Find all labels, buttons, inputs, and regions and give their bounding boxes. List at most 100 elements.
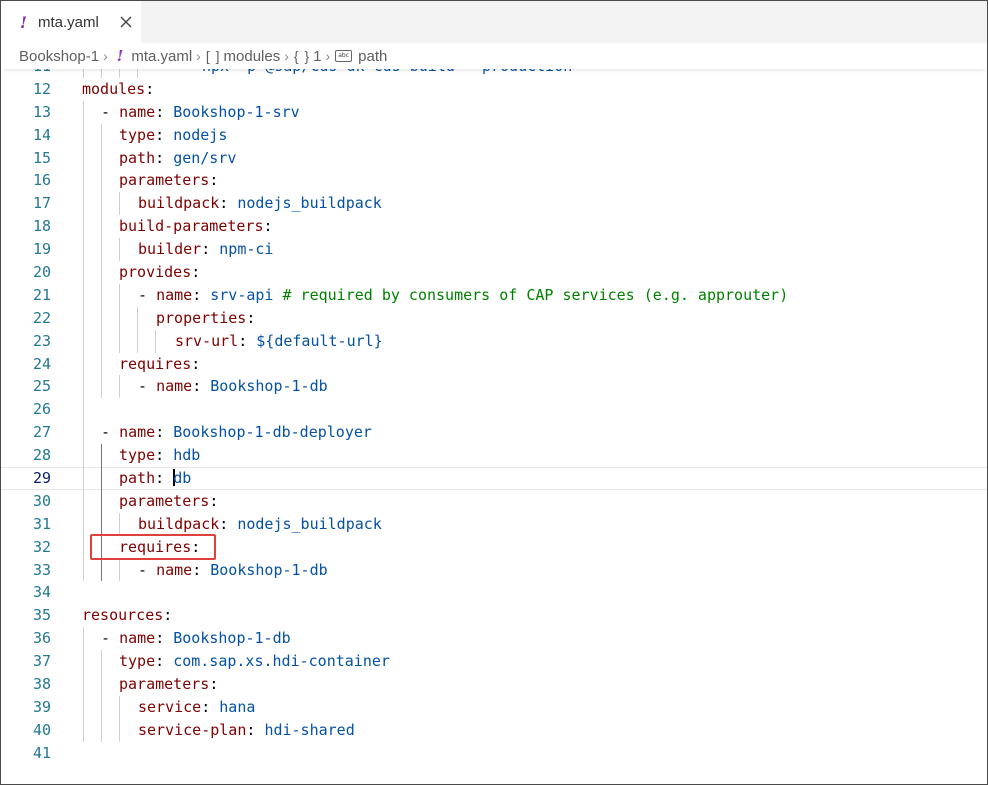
indent-guide: [119, 69, 120, 78]
code-line[interactable]: 28 type: hdb: [1, 444, 987, 468]
code-text: srv-url: ${default-url}: [175, 330, 383, 353]
yaml-separator: :: [201, 240, 220, 259]
string-abc-icon: abc: [335, 50, 353, 62]
code-line[interactable]: 34: [1, 581, 987, 604]
indent-guide: [83, 489, 84, 513]
code-line[interactable]: 40 service-plan: hdi-shared: [1, 718, 987, 742]
yaml-key: name: [156, 285, 193, 304]
yaml-key: name: [156, 560, 193, 579]
code-text: builder: npm-ci: [138, 238, 273, 261]
chevron-right-icon: ›: [196, 48, 201, 64]
yaml-exclamation-icon: !: [20, 12, 28, 32]
yaml-value: ${default-url}: [256, 331, 383, 350]
yaml-value: db: [173, 469, 192, 488]
close-icon[interactable]: [117, 13, 135, 31]
code-lines: 11 npx -p @sap/cds-dk cds build --product…: [1, 69, 987, 765]
indent-guide: [83, 444, 84, 468]
code-line[interactable]: 22 properties:: [1, 306, 987, 330]
yaml-separator: :: [238, 331, 257, 350]
list-dash: -: [138, 377, 157, 396]
yaml-key: type: [119, 652, 156, 671]
code-line[interactable]: 37 type: com.sap.xs.hdi-container: [1, 650, 987, 674]
indent-guide: [137, 329, 138, 353]
yaml-separator: :: [155, 102, 174, 121]
indent-guide: [119, 283, 120, 307]
code-line[interactable]: 25 - name: Bookshop-1-db: [1, 375, 987, 399]
yaml-value: com.sap.xs.hdi-container: [173, 652, 390, 671]
tab-strip: ! mta.yaml: [1, 1, 987, 43]
code-line[interactable]: 41: [1, 742, 987, 765]
indent-guide: [101, 283, 102, 307]
line-number: 29: [32, 469, 51, 488]
yaml-key: type: [119, 125, 156, 144]
code-line[interactable]: 20 provides:: [1, 261, 987, 284]
breadcrumb-project-label: Bookshop-1: [19, 47, 100, 65]
code-line[interactable]: 11 npx -p @sap/cds-dk cds build --product…: [1, 69, 987, 78]
yaml-separator: :: [191, 354, 201, 373]
indent-guide: [83, 306, 84, 330]
line-number: 15: [32, 148, 51, 167]
code-text: resources:: [82, 604, 172, 627]
code-text: requires:: [119, 536, 200, 559]
list-dash: -: [101, 102, 120, 121]
code-line[interactable]: 14 type: nodejs: [1, 123, 987, 147]
code-line[interactable]: 33 - name: Bookshop-1-db: [1, 558, 987, 582]
code-line[interactable]: 24 requires:: [1, 352, 987, 376]
breadcrumb-file[interactable]: ! mta.yaml: [113, 47, 192, 65]
indent-guide: [101, 238, 102, 262]
yaml-separator: :: [263, 217, 273, 236]
yaml-key: type: [119, 446, 156, 465]
line-number: 21: [32, 285, 51, 304]
code-line[interactable]: 30 parameters:: [1, 489, 987, 513]
code-editor[interactable]: 11 npx -p @sap/cds-dk cds build --product…: [1, 69, 987, 784]
yaml-key: path: [119, 469, 156, 488]
list-dash: -: [138, 560, 157, 579]
code-line[interactable]: 39 service: hana: [1, 695, 987, 719]
indent-guide: [101, 444, 102, 468]
code-line[interactable]: 23 srv-url: ${default-url}: [1, 329, 987, 353]
breadcrumb-project[interactable]: Bookshop-1: [19, 48, 99, 65]
code-line[interactable]: 13 - name: Bookshop-1-srv: [1, 100, 987, 124]
code-line[interactable]: 27 - name: Bookshop-1-db-deployer: [1, 421, 987, 445]
indent-guide: [101, 306, 102, 330]
indent-guide: [101, 489, 102, 513]
yaml-key: service-plan: [138, 720, 247, 739]
yaml-separator: :: [155, 652, 174, 671]
code-line[interactable]: 19 builder: npm-ci: [1, 238, 987, 262]
code-line[interactable]: 12 modules:: [1, 78, 987, 101]
indent-guide: [101, 650, 102, 674]
yaml-key: parameters: [119, 171, 210, 190]
indent-guide: [101, 169, 102, 193]
code-line[interactable]: 35 resources:: [1, 604, 987, 627]
indent-guide: [83, 398, 84, 422]
code-text: parameters:: [119, 490, 218, 513]
indent-guide: [119, 718, 120, 742]
code-line[interactable]: 16 parameters:: [1, 169, 987, 193]
code-line[interactable]: 32 requires:: [1, 535, 987, 559]
indent-guide: [119, 375, 120, 399]
yaml-separator: :: [201, 697, 220, 716]
breadcrumb-modules[interactable]: [ ] modules: [206, 48, 280, 65]
yaml-separator: :: [192, 377, 211, 396]
yaml-separator: :: [219, 514, 238, 533]
code-line[interactable]: 17 buildpack: nodejs_buildpack: [1, 192, 987, 216]
indent-guide: [119, 695, 120, 719]
list-dash: -: [138, 285, 157, 304]
indent-guide: [83, 718, 84, 742]
indent-guide: [137, 306, 138, 330]
code-line[interactable]: 15 path: gen/srv: [1, 146, 987, 170]
code-line[interactable]: 26: [1, 398, 987, 422]
breadcrumb-path[interactable]: abc path: [335, 48, 387, 65]
indent-guide: [101, 215, 102, 239]
indent-guide: [83, 512, 84, 536]
yaml-key: requires: [119, 537, 192, 556]
code-line[interactable]: 18 build-parameters:: [1, 215, 987, 239]
code-line[interactable]: 36 - name: Bookshop-1-db: [1, 627, 987, 651]
yaml-value: nodejs_buildpack: [237, 514, 382, 533]
code-line[interactable]: 31 buildpack: nodejs_buildpack: [1, 512, 987, 536]
code-line[interactable]: 38 parameters:: [1, 673, 987, 696]
code-line[interactable]: 29 path: db: [1, 467, 987, 490]
code-line[interactable]: 21 - name: srv-api # required by consumer…: [1, 283, 987, 307]
breadcrumb-item[interactable]: { } 1: [294, 48, 322, 65]
tab-mta-yaml[interactable]: ! mta.yaml: [1, 1, 141, 43]
